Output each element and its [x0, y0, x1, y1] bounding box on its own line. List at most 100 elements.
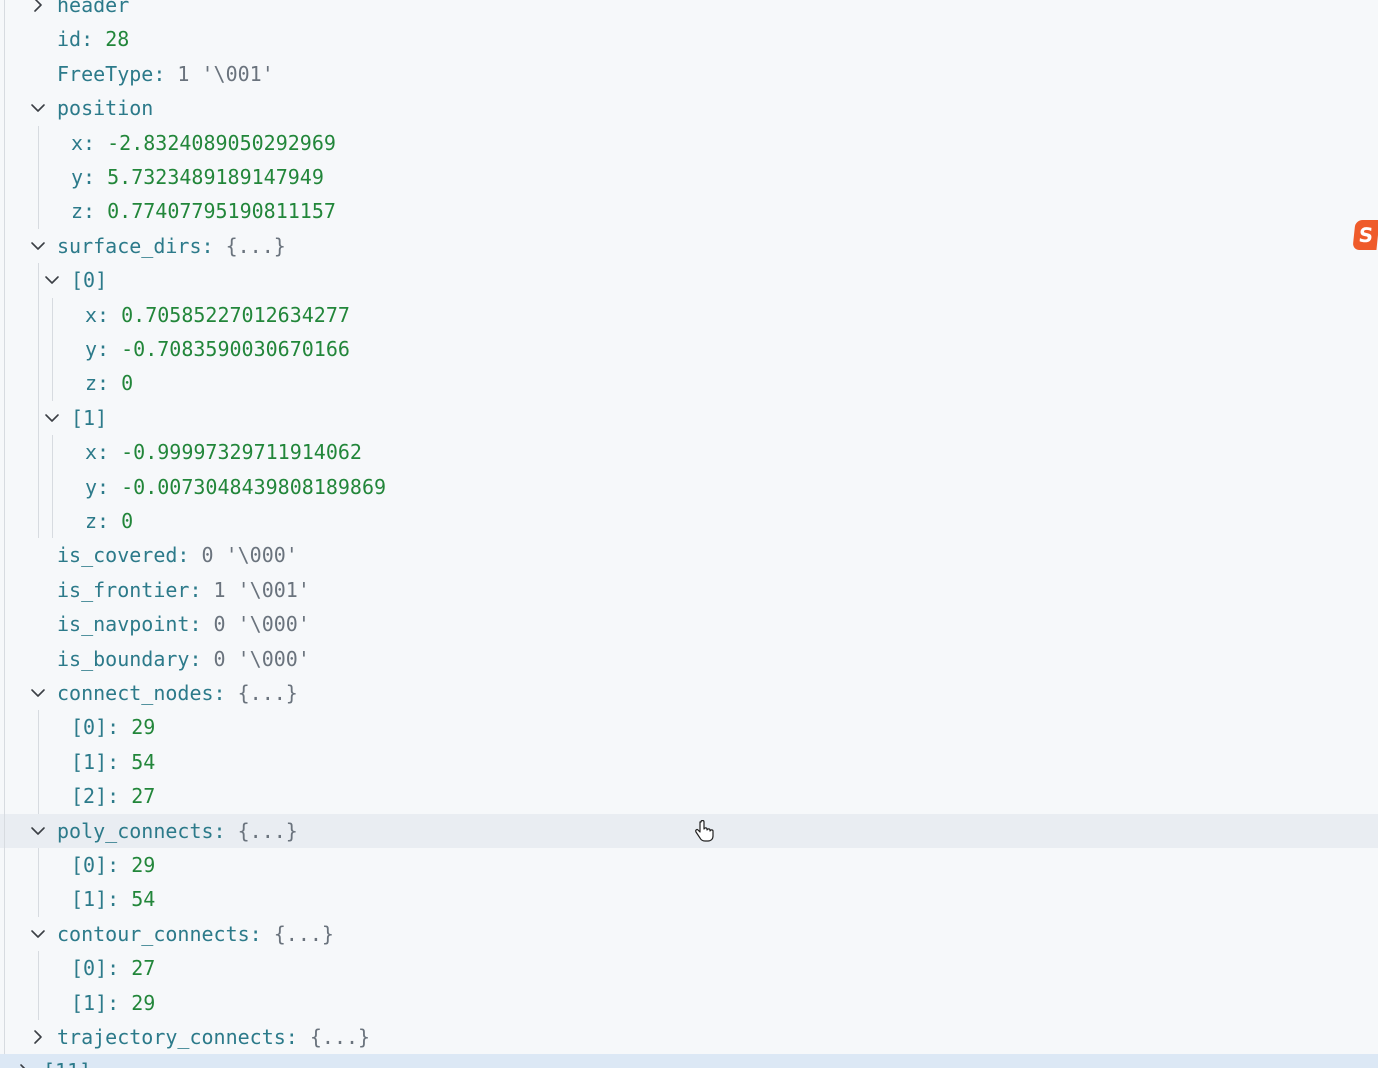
tree-row[interactable]: contour_connects: {...}: [0, 917, 1378, 951]
tree-row[interactable]: [0]: 27: [0, 951, 1378, 985]
chevron-down-icon[interactable]: [42, 401, 62, 435]
tree-separator: :: [97, 509, 110, 533]
tree-row-label: surface_dirs: {...}: [57, 229, 286, 263]
tree-key: surface_dirs: [57, 233, 202, 258]
tree-separator: :: [189, 577, 202, 602]
tree-row-label: z: 0: [85, 366, 133, 400]
tree-row-label: connect_nodes: {...}: [57, 676, 298, 710]
tree-separator: :: [285, 1025, 298, 1049]
tree-row[interactable]: [0]: [0, 263, 1378, 297]
tree-row[interactable]: id: 28: [0, 22, 1378, 56]
tree-row[interactable]: is_covered: 0 '\000': [0, 538, 1378, 572]
tree-key: [0]: [71, 715, 108, 740]
tree-value: 54: [131, 887, 156, 912]
chevron-down-icon[interactable]: [28, 917, 48, 951]
tree-value: 0 '\000': [213, 612, 310, 637]
tree-row[interactable]: position: [0, 91, 1378, 125]
variables-tree: header id: 28 FreeType: 1 '\001' position x:…: [0, 0, 1378, 1068]
tree-value: -0.7083590030670166: [121, 337, 350, 361]
chevron-down-icon[interactable]: [28, 814, 48, 848]
tree-value: 0: [121, 509, 134, 533]
tree-row-label: header: [57, 0, 129, 22]
tree-key: is_boundary: [57, 646, 190, 671]
tree-row[interactable]: z: 0: [0, 366, 1378, 400]
chevron-down-icon[interactable]: [28, 91, 48, 125]
tree-key: x: [85, 440, 98, 465]
tree-separator: :: [107, 784, 120, 809]
tree-row[interactable]: [2]: 27: [0, 779, 1378, 813]
tree-value: 5.7323489189147949: [107, 165, 324, 189]
tree-row[interactable]: [0]: 29: [0, 710, 1378, 744]
tree-row-label: [1]: 54: [71, 882, 155, 916]
tree-separator: :: [83, 199, 96, 224]
tree-row[interactable]: FreeType: 1 '\001': [0, 57, 1378, 91]
chevron-down-icon[interactable]: [28, 676, 48, 710]
tree-row[interactable]: x: -2.8324089050292969: [0, 126, 1378, 160]
chevron-right-icon[interactable]: [28, 0, 48, 22]
tree-value: 0.77407795190811157: [107, 199, 336, 224]
indent-guide: [38, 263, 39, 539]
tree-row[interactable]: [0]: 29: [0, 848, 1378, 882]
tree-key: [11]: [43, 1059, 91, 1068]
tree-row-label: is_covered: 0 '\000': [57, 538, 298, 572]
tree-row-label: [0]: [71, 263, 107, 297]
chevron-right-icon[interactable]: [28, 1020, 48, 1054]
tree-key: [1]: [71, 990, 108, 1015]
tree-separator: :: [107, 956, 120, 981]
indent-guide: [4, 0, 5, 1055]
tree-separator: :: [107, 749, 120, 774]
tree-row[interactable]: y: -0.7083590030670166: [0, 332, 1378, 366]
chevron-down-icon[interactable]: [42, 263, 62, 297]
tree-row-label: is_frontier: 1 '\001': [57, 573, 310, 607]
tree-row[interactable]: is_boundary: 0 '\000': [0, 642, 1378, 676]
tree-row-label: x: -0.99997329711914062: [85, 435, 362, 469]
tree-value: 27: [131, 784, 156, 809]
tree-separator: :: [83, 130, 96, 155]
tree-key: FreeType: [57, 61, 154, 86]
tree-row[interactable]: z: 0.77407795190811157: [0, 194, 1378, 228]
tree-separator: :: [177, 543, 190, 568]
tree-separator: :: [201, 233, 214, 258]
tree-separator: :: [213, 681, 226, 705]
tree-row[interactable]: x: -0.99997329711914062: [0, 435, 1378, 469]
tree-row[interactable]: [1]: 54: [0, 882, 1378, 916]
tree-key: [1]: [71, 887, 108, 912]
tree-row[interactable]: z: 0: [0, 504, 1378, 538]
tree-key: y: [71, 165, 84, 189]
tree-value: {...}: [225, 233, 286, 258]
tree-key: z: [85, 371, 98, 396]
tree-key: y: [85, 474, 98, 499]
tree-row[interactable]: poly_connects: {...}: [0, 813, 1378, 848]
tree-row[interactable]: trajectory_connects: {...}: [0, 1020, 1378, 1054]
chevron-right-icon[interactable]: [14, 1054, 34, 1068]
tree-key: [1]: [71, 405, 108, 430]
tree-row[interactable]: connect_nodes: {...}: [0, 676, 1378, 710]
brand-s-icon[interactable]: S: [1352, 220, 1378, 250]
tree-row[interactable]: surface_dirs: {...}: [0, 229, 1378, 263]
tree-row-label: [1]: 54: [71, 745, 155, 779]
tree-separator: :: [83, 165, 96, 189]
tree-separator: :: [107, 990, 120, 1015]
tree-key: [0]: [71, 268, 108, 293]
tree-row[interactable]: is_frontier: 1 '\001': [0, 573, 1378, 607]
tree-separator: :: [189, 646, 202, 671]
tree-row[interactable]: [1]: 54: [0, 745, 1378, 779]
tree-row[interactable]: header: [0, 0, 1378, 22]
tree-value: 29: [131, 990, 156, 1015]
tree-row[interactable]: [1]: 29: [0, 986, 1378, 1020]
tree-row-label: is_navpoint: 0 '\000': [57, 607, 310, 641]
tree-row[interactable]: x: 0.70585227012634277: [0, 298, 1378, 332]
tree-row[interactable]: y: 5.7323489189147949: [0, 160, 1378, 194]
tree-row[interactable]: y: -0.0073048439808189869: [0, 470, 1378, 504]
tree-key: is_frontier: [57, 577, 190, 602]
tree-row[interactable]: is_navpoint: 0 '\000': [0, 607, 1378, 641]
tree-row-label: z: 0: [85, 504, 133, 538]
tree-value: 1 '\001': [177, 61, 274, 86]
tree-separator: :: [97, 440, 110, 465]
tree-row[interactable]: [1]: [0, 401, 1378, 435]
tree-separator: :: [97, 302, 110, 327]
tree-row[interactable]: [11]: [0, 1054, 1378, 1068]
chevron-down-icon[interactable]: [28, 229, 48, 263]
tree-row-label: trajectory_connects: {...}: [57, 1020, 370, 1054]
tree-separator: :: [213, 818, 226, 843]
